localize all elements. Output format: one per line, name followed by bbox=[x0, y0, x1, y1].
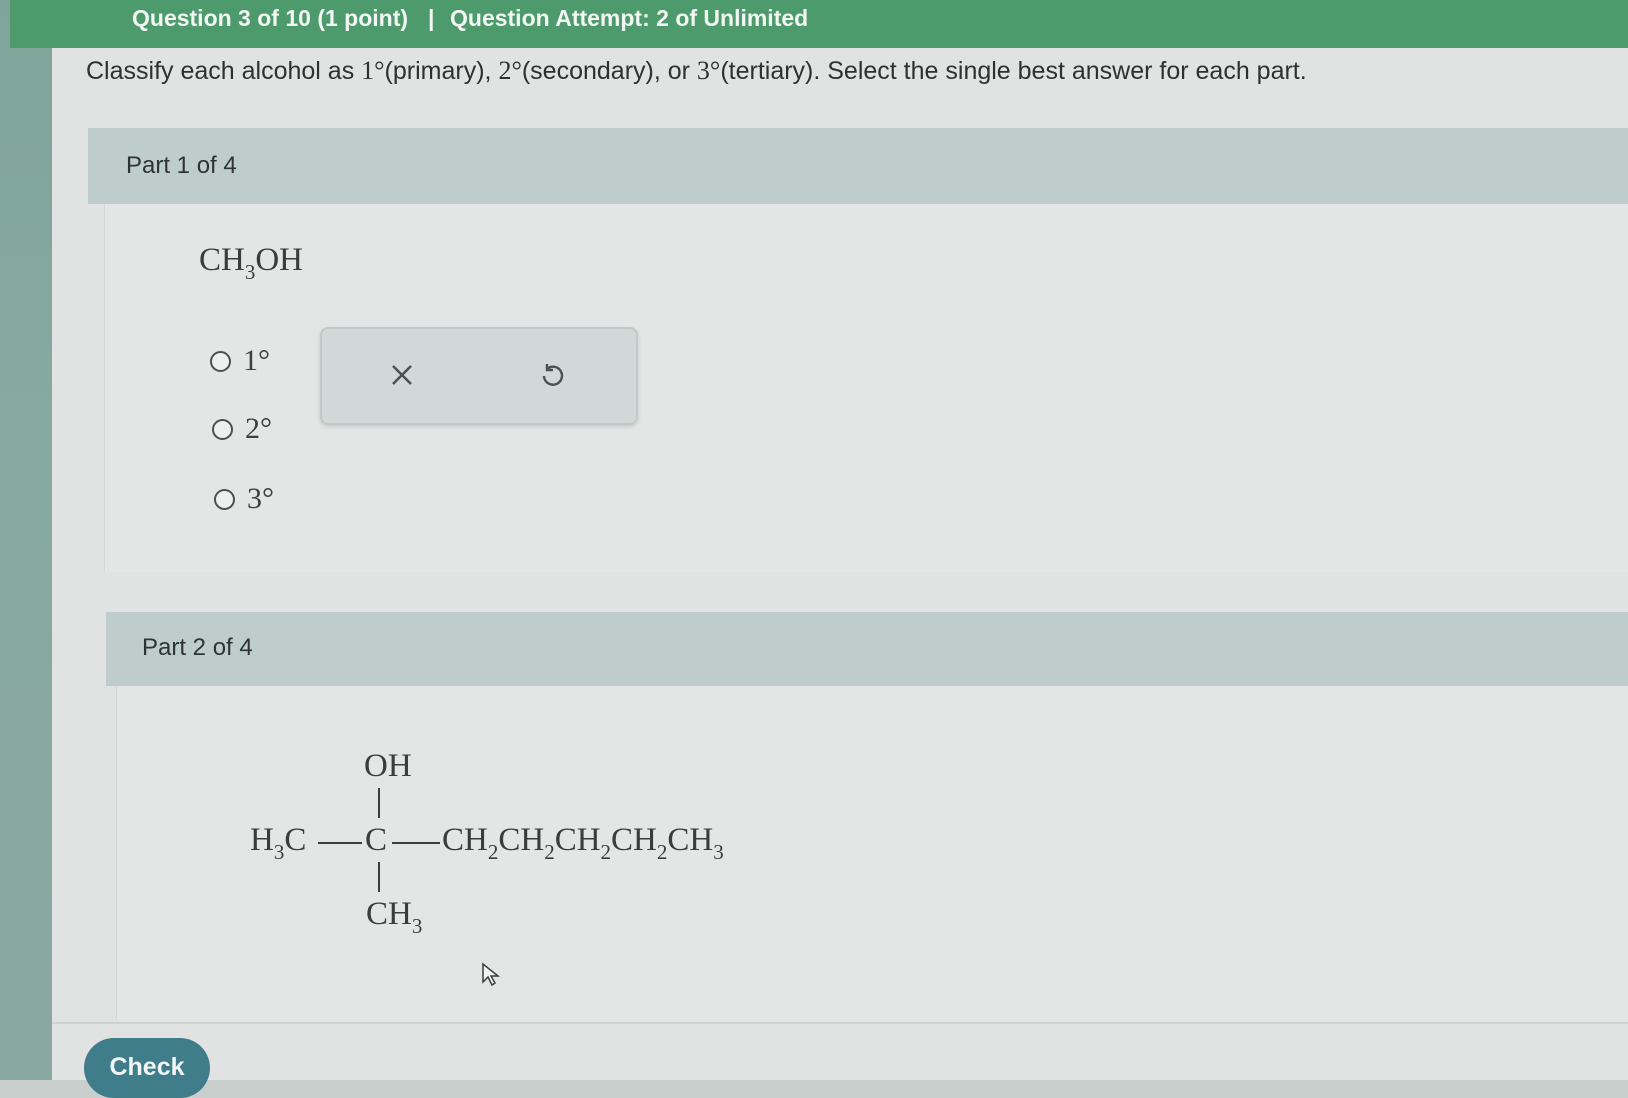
instr-part: Classify each alcohol as bbox=[86, 57, 362, 85]
part-1-title: Part 1 of 4 bbox=[126, 152, 237, 179]
left-h: H bbox=[250, 822, 274, 858]
chain-ch: CH bbox=[611, 822, 657, 858]
option-label: 3° bbox=[247, 482, 274, 515]
bottom-sub: 3 bbox=[411, 914, 423, 938]
chain-sub: 2 bbox=[656, 840, 668, 864]
check-button[interactable]: Check bbox=[84, 1038, 210, 1098]
chain-sub: 2 bbox=[544, 840, 555, 864]
question-counter: Question 3 of 10 (1 point) bbox=[132, 5, 409, 31]
radio-button[interactable] bbox=[212, 418, 233, 440]
attempt-counter: Question Attempt: 2 of Unlimited bbox=[450, 5, 809, 31]
bond-vertical-bottom bbox=[378, 862, 380, 892]
structure-center-carbon: C bbox=[365, 822, 388, 858]
formula-base: CH bbox=[199, 242, 245, 278]
bottom-ch: CH bbox=[366, 896, 412, 932]
question-header-bar: Question 3 of 10 (1 point) | Question At… bbox=[10, 0, 1628, 48]
radio-button[interactable] bbox=[214, 488, 235, 510]
chain-sub: 3 bbox=[713, 840, 724, 864]
part-2-header: Part 2 of 4 bbox=[106, 612, 1628, 686]
chain-ch: CH bbox=[498, 822, 545, 858]
instr-part: (secondary), or bbox=[521, 57, 697, 85]
formula-subscript: 3 bbox=[244, 260, 256, 284]
radio-button[interactable] bbox=[210, 350, 231, 372]
answer-tools-panel bbox=[320, 327, 638, 425]
footer-divider bbox=[52, 1022, 1628, 1024]
degree-3-label: 3° bbox=[696, 56, 721, 85]
chain-sub: 2 bbox=[487, 840, 499, 864]
mouse-pointer-icon bbox=[482, 962, 501, 987]
formula-rest: OH bbox=[255, 242, 304, 278]
option-label: 1° bbox=[243, 344, 270, 377]
option-primary[interactable]: 1° bbox=[210, 344, 270, 378]
chain-ch: CH bbox=[554, 822, 601, 858]
instr-part: (tertiary). Select the single best answe… bbox=[720, 57, 1307, 85]
reset-answer-button[interactable] bbox=[528, 351, 576, 399]
option-tertiary[interactable]: 3° bbox=[214, 482, 274, 516]
part-1-formula: CH3OH bbox=[199, 242, 303, 285]
part-2-title: Part 2 of 4 bbox=[142, 634, 253, 661]
option-label: 2° bbox=[245, 412, 272, 445]
chain-ch: CH bbox=[442, 822, 488, 858]
bond-vertical-top bbox=[378, 788, 380, 818]
structure-chain: CH2CH2CH2CH2CH3 bbox=[442, 822, 724, 865]
clear-answer-button[interactable] bbox=[378, 351, 426, 399]
header-separator: | bbox=[428, 5, 435, 31]
instructions-text: Classify each alcohol as 1°(primary), 2°… bbox=[86, 56, 1307, 86]
left-sub: 3 bbox=[273, 840, 285, 864]
instr-part: (primary), bbox=[384, 57, 499, 85]
degree-2-label: 2° bbox=[498, 56, 522, 85]
part-2-body bbox=[116, 686, 1628, 1020]
left-sidebar-strip bbox=[0, 0, 52, 1080]
bond-right bbox=[392, 842, 440, 844]
close-icon bbox=[392, 365, 412, 385]
left-c: C bbox=[284, 822, 307, 858]
chain-ch: CH bbox=[667, 822, 714, 858]
part-1-header: Part 1 of 4 bbox=[88, 128, 1628, 204]
structure-methyl-bottom: CH3 bbox=[366, 896, 422, 939]
structure-oh: OH bbox=[364, 748, 412, 784]
structure-methyl-left: H3C bbox=[250, 822, 306, 865]
chain-sub: 2 bbox=[600, 840, 612, 864]
option-secondary[interactable]: 2° bbox=[212, 412, 272, 446]
undo-icon bbox=[542, 364, 564, 386]
bond-left bbox=[318, 842, 362, 844]
degree-1-label: 1° bbox=[361, 56, 385, 85]
